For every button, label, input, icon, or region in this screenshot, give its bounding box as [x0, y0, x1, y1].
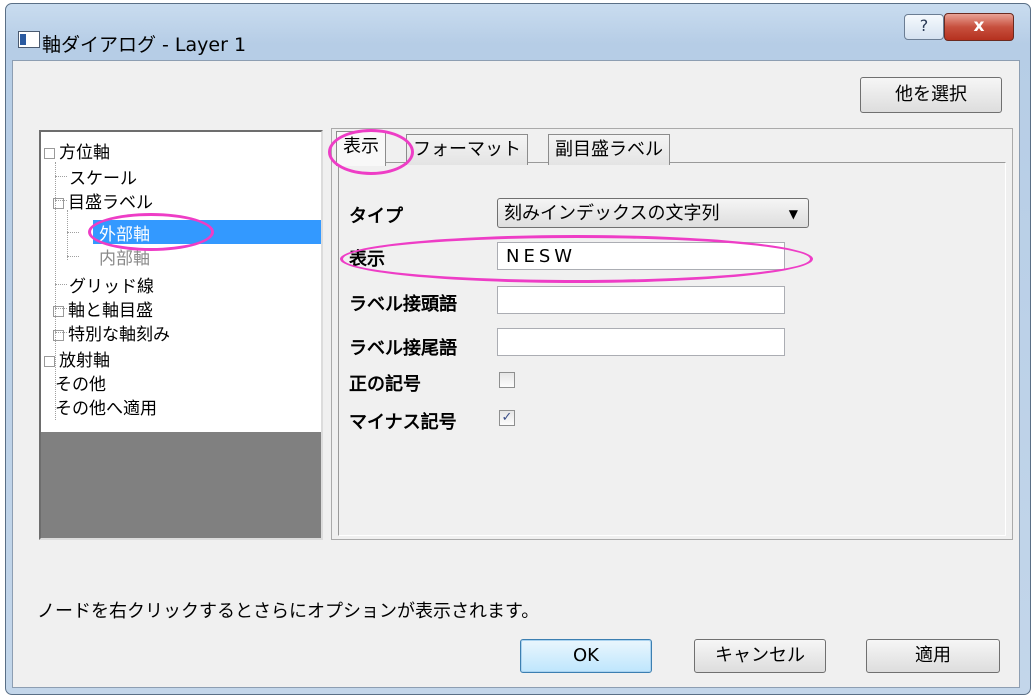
tree-item-axis-and-ticks[interactable]: 軸と軸目盛	[53, 296, 153, 321]
tab-minor-tick-labels[interactable]: 副目盛ラベル	[548, 134, 670, 165]
type-label: タイプ	[349, 206, 403, 227]
ok-button[interactable]: OK	[520, 639, 652, 673]
collapse-box-icon	[44, 355, 55, 367]
tab-format[interactable]: フォーマット	[406, 134, 528, 165]
plus-sign-label: 正の記号	[349, 374, 421, 395]
tree-item-grid-lines[interactable]: グリッド線	[69, 272, 154, 297]
plus-sign-checkbox[interactable]	[499, 372, 515, 388]
collapse-box-icon	[53, 197, 64, 209]
checkmark-icon: ✓	[501, 410, 513, 425]
label-prefix-label: ラベル接頭語	[349, 294, 457, 315]
tree-item-tick-labels[interactable]: 目盛ラベル	[53, 188, 153, 213]
minus-sign-label: マイナス記号	[349, 412, 457, 433]
tree-item-special-ticks[interactable]: 特別な軸刻み	[53, 320, 170, 345]
collapse-box-icon	[44, 147, 55, 159]
tree-view[interactable]: 方位軸 スケール 目盛ラベル 外部軸 内部軸 グリッド線 軸と軸目盛 特別な軸刻…	[39, 130, 323, 540]
cancel-button[interactable]: キャンセル	[694, 639, 826, 673]
tree-item-radial-axis[interactable]: 放射軸	[44, 346, 110, 371]
hint-text: ノードを右クリックするとさらにオプションが表示されます。	[37, 601, 540, 622]
select-other-button[interactable]: 他を選択	[860, 77, 1002, 113]
display-input[interactable]: NESW	[497, 242, 785, 270]
collapse-box-icon	[53, 305, 64, 317]
window-title: 軸ダイアログ - Layer 1	[42, 34, 247, 56]
minus-sign-checkbox[interactable]: ✓	[499, 410, 515, 426]
apply-button[interactable]: 適用	[866, 639, 1000, 673]
tree-item-scale[interactable]: スケール	[69, 164, 137, 189]
collapse-box-icon	[53, 329, 64, 341]
type-select[interactable]: 刻みインデックスの文字列 ▼	[497, 198, 809, 228]
help-button[interactable]: ?	[904, 14, 944, 40]
tree-item-inner-axis[interactable]: 内部軸	[99, 244, 150, 269]
type-select-value: 刻みインデックスの文字列	[504, 203, 720, 224]
display-label: 表示	[349, 249, 385, 270]
tree-item-azimuth-axis[interactable]: 方位軸	[44, 138, 110, 163]
tree-item-apply-to-others[interactable]: その他へ適用	[55, 394, 157, 419]
tab-display[interactable]: 表示	[336, 131, 386, 166]
label-suffix-label: ラベル接尾語	[349, 338, 457, 359]
label-prefix-input[interactable]	[497, 286, 785, 314]
dropdown-arrow-icon: ▼	[788, 207, 798, 221]
window-app-icon	[18, 31, 40, 48]
tree-item-outer-axis[interactable]: 外部軸	[99, 220, 150, 245]
close-button[interactable]: x	[944, 13, 1014, 41]
tree-item-other[interactable]: その他	[55, 370, 106, 395]
label-suffix-input[interactable]	[497, 328, 785, 356]
